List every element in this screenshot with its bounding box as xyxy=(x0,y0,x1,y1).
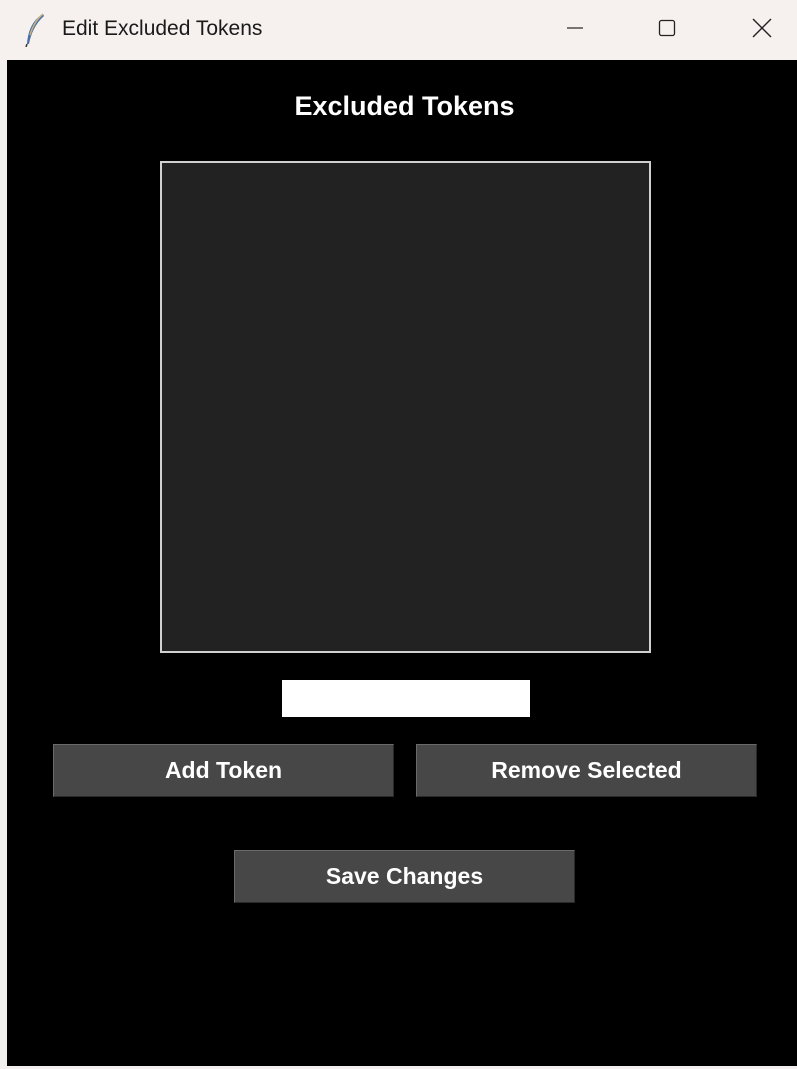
minimize-icon xyxy=(565,18,585,43)
page-title: Excluded Tokens xyxy=(294,91,515,121)
close-button[interactable] xyxy=(727,0,797,60)
window-title: Edit Excluded Tokens xyxy=(62,17,263,40)
maximize-button[interactable] xyxy=(632,0,702,60)
app-window: Edit Excluded Tokens Excluded Tokens Add… xyxy=(0,0,797,1069)
token-input[interactable] xyxy=(282,680,530,717)
feather-icon xyxy=(24,13,46,48)
minimize-button[interactable] xyxy=(540,0,610,60)
remove-selected-button[interactable]: Remove Selected xyxy=(416,744,757,797)
save-changes-button[interactable]: Save Changes xyxy=(234,850,575,903)
close-icon xyxy=(751,17,773,44)
dialog-body: Excluded Tokens Add Token Remove Selecte… xyxy=(7,60,797,1066)
title-bar[interactable]: Edit Excluded Tokens xyxy=(0,0,797,60)
maximize-icon xyxy=(657,18,677,43)
add-token-button[interactable]: Add Token xyxy=(53,744,394,797)
token-listbox[interactable] xyxy=(160,161,651,653)
